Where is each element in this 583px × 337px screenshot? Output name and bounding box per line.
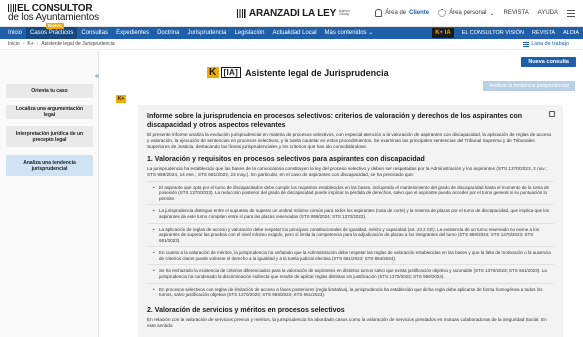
new-query-button[interactable]: Nueva consulta [521, 57, 576, 67]
brand-tag: Karnov Group [339, 8, 351, 16]
copy-icon[interactable] [549, 111, 555, 117]
top-actions: Área de Cliente Área personal ⌄ REVISTA … [375, 9, 575, 17]
client-area-label: Área de [385, 10, 407, 16]
main-nav: Inicio Casos Prácticos Nuevo Consultas E… [0, 23, 583, 39]
aranzadi-logo-icon [236, 8, 246, 18]
list-item: Se ha rechazado la existencia de criteri… [147, 264, 554, 282]
nav-expedientes[interactable]: Expedientes [112, 27, 153, 39]
nav-mas-contenidos[interactable]: Más contenidos ⌄ [321, 27, 378, 39]
help-link[interactable]: AYUDA [538, 10, 558, 16]
sidebar-item-orienta[interactable]: Orienta tu caso [6, 84, 93, 98]
section1-title: 1. Valoración y requisitos en procesos s… [147, 155, 425, 163]
assistant-title: K [IA] Asistente legal de Jurisprudencia [207, 67, 389, 78]
chevron-right-icon: › [22, 41, 25, 47]
analyze-trend-button[interactable]: Analizar la tendencia jurisprudencial [482, 81, 575, 91]
chevron-right-icon: › [36, 41, 39, 47]
new-badge: Nuevo [46, 23, 64, 29]
chevron-down-icon: ⌄ [489, 10, 495, 17]
review-label: REVISTA [503, 10, 529, 16]
gear-icon [438, 9, 447, 17]
list-item: El aspirante que opta por el turno de di… [147, 180, 554, 205]
breadcrumb-current: Asistente legal de Jurisprudencia [41, 41, 115, 47]
logo-bars-icon [8, 4, 16, 12]
sidebar-item-interpretacion[interactable]: Interpretación jurídica de un precepto l… [6, 126, 93, 147]
list-item: La aplicación de reglas de acceso y valo… [147, 222, 554, 247]
review-link[interactable]: REVISTA [504, 10, 529, 16]
section2-title: 2. Valoración de servicios y méritos en … [147, 306, 345, 314]
work-list-label: Lista de trabajo [531, 41, 569, 47]
nav-consultor-vision[interactable]: EL CONSULTOR VISIÓN [458, 27, 528, 39]
help-label: AYUDA [537, 10, 558, 16]
report-document: Informe sobre la jurisprudencia en proce… [138, 105, 563, 337]
k-mark: K [207, 67, 219, 78]
nav-legislacion[interactable]: Legislación [230, 27, 268, 39]
report-title: Informe sobre la jurisprudencia en proce… [147, 113, 523, 129]
sidebar-item-tendencia[interactable]: Analiza una tendencia jurisprudencial [6, 155, 93, 176]
nav-casos-practicos-label: Casos Prácticos [30, 30, 74, 36]
client-area-value: Cliente [409, 10, 430, 16]
list-item: En procesos selectivos con reglas de lim… [147, 282, 554, 301]
list-item: La jurisprudencia distingue entre el sup… [147, 204, 554, 222]
top-header: EL CONSULTOR de los Ayuntamientos ARANZA… [0, 0, 583, 27]
breadcrumb-k[interactable]: K+ [27, 41, 33, 47]
brand-name: ARANZADI LA LEY [248, 7, 337, 19]
assistant-title-text: Asistente legal de Jurisprudencia [245, 67, 389, 78]
section1-intro: La jurisprudencia ha establecido que las… [147, 165, 547, 177]
ia-mark: [IA] [220, 67, 242, 78]
list-icon [523, 41, 530, 47]
nav-revista[interactable]: REVISTA [528, 27, 559, 39]
nav-actualidad-local[interactable]: Actualidad Local [269, 27, 321, 39]
personal-area-label: Área personal [449, 10, 487, 16]
sidebar-item-localiza[interactable]: Localiza una argumentación legal [6, 105, 93, 119]
work-list-link[interactable]: Lista de trabajo [523, 41, 569, 47]
client-area-link[interactable]: Área de Cliente [375, 9, 429, 17]
section2-intro: En relación con la valoración de servici… [147, 316, 547, 328]
nav-doctrina[interactable]: Doctrina [153, 27, 183, 39]
k-ia-logo[interactable]: K+ IA [432, 28, 454, 38]
nav-jurisprudencia[interactable]: Jurisprudencia [183, 27, 230, 39]
nav-inicio[interactable]: Inicio [4, 27, 26, 39]
section1-list: El aspirante que opta por el turno de di… [147, 180, 554, 301]
list-item: En cuanto a la valoración de méritos, la… [147, 246, 554, 264]
nav-consultas[interactable]: Consultas [77, 27, 112, 39]
report-intro: El presente informe analiza la evolución… [147, 132, 552, 149]
breadcrumb: Inicio › K+ › Asistente legal de Jurispr… [0, 39, 583, 50]
menu-icon[interactable] [567, 9, 575, 17]
logo-line2: de los Ayuntamientos [8, 12, 99, 23]
nav-aldia[interactable]: ALDIA [559, 27, 583, 39]
bell-icon [375, 9, 383, 17]
nav-right: K+ IA EL CONSULTOR VISIÓN REVISTA ALDIA [432, 27, 583, 39]
el-consultor-logo[interactable]: EL CONSULTOR de los Ayuntamientos [8, 4, 99, 23]
personal-area-link[interactable]: Área personal ⌄ [438, 9, 495, 17]
breadcrumb-inicio[interactable]: Inicio [8, 41, 20, 47]
assistant-avatar: K+ [116, 95, 126, 103]
collapse-sidebar-icon[interactable]: « [95, 73, 99, 80]
main-area: Orienta tu caso Localiza una argumentaci… [0, 51, 583, 337]
k-ia-logo-large: K [IA] [207, 67, 242, 78]
content: Nueva consulta K [IA] Asistente legal de… [100, 51, 583, 337]
nav-casos-practicos[interactable]: Casos Prácticos Nuevo [26, 23, 78, 39]
aranzadi-brand[interactable]: ARANZADI LA LEY Karnov Group [236, 7, 357, 19]
sidebar: Orienta tu caso Localiza una argumentaci… [0, 51, 99, 337]
